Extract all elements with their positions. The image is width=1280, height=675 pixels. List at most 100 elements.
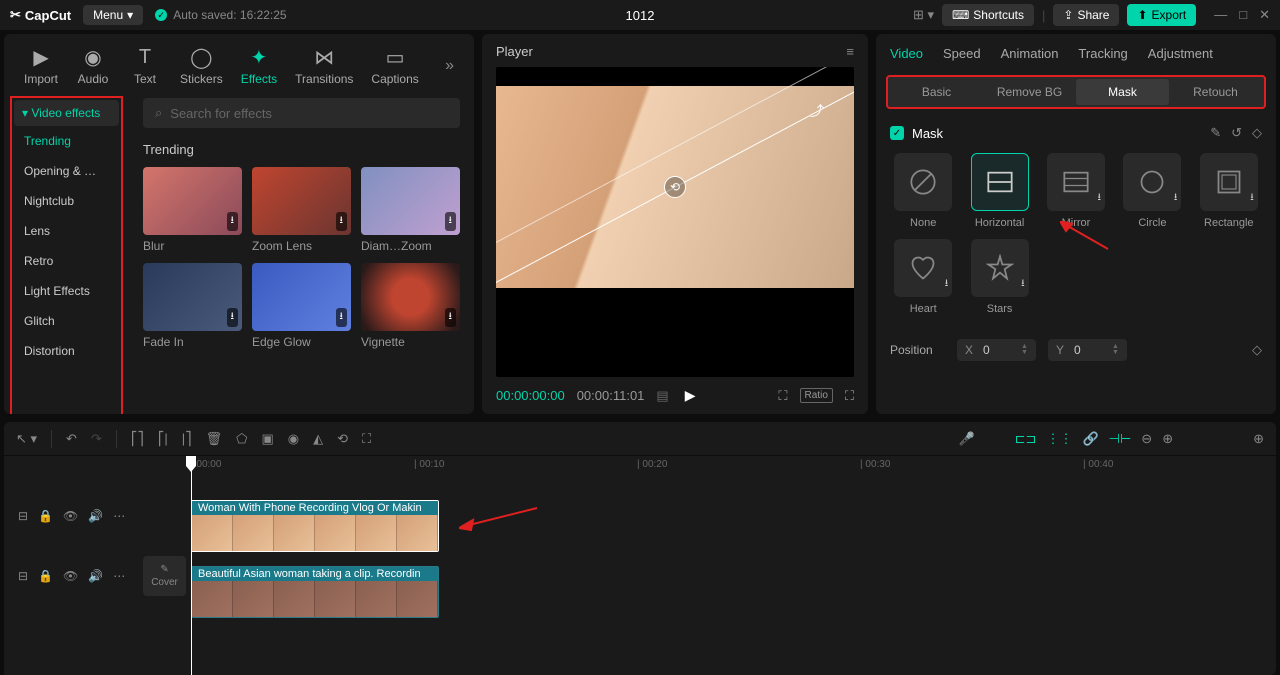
export-button[interactable]: ⬆ Export (1127, 4, 1196, 26)
split-left-icon[interactable]: ⎡| (158, 431, 168, 447)
tab-audio[interactable]: ◉Audio (68, 42, 118, 90)
player-menu-icon[interactable]: ≡ (846, 44, 854, 59)
subtab-retouch[interactable]: Retouch (1169, 79, 1262, 105)
tab-import[interactable]: ▶Import (16, 42, 66, 90)
mask-horizontal[interactable] (971, 153, 1029, 211)
tab-video[interactable]: Video (890, 46, 923, 61)
redo-icon[interactable]: ↷ (91, 431, 102, 447)
timeline-ruler[interactable]: | 00:00 | 00:10 | 00:20 | 00:30 | 00:40 (179, 456, 1276, 476)
spinner-icon[interactable]: ▲▼ (1112, 344, 1119, 356)
effect-zoom-lens[interactable]: ⭳Zoom Lens (252, 167, 351, 253)
ratio-button[interactable]: Ratio (800, 388, 833, 403)
playhead[interactable] (191, 456, 192, 675)
track-row-1[interactable]: Woman With Phone Recording Vlog Or Makin (179, 500, 1276, 560)
mic-icon[interactable]: 🎤 (958, 431, 974, 447)
layout-icon[interactable]: ⊞ ▾ (913, 7, 934, 23)
tab-tracking[interactable]: Tracking (1078, 46, 1127, 61)
mute-icon[interactable]: 🔊 (88, 569, 103, 583)
effect-fade-in[interactable]: ⭳Fade In (143, 263, 242, 349)
tab-text[interactable]: TText (120, 42, 170, 90)
tab-speed[interactable]: Speed (943, 46, 981, 61)
visibility-icon[interactable]: 👁 (63, 569, 78, 583)
player-viewport[interactable]: ⟲ ⤴ (496, 67, 854, 377)
position-y-input[interactable]: Y0▲▼ (1048, 339, 1127, 361)
mask-heart[interactable]: ⭳ (894, 239, 952, 297)
spinner-icon[interactable]: ▲▼ (1021, 344, 1028, 356)
sidebar-item-trending[interactable]: Trending (14, 126, 119, 156)
select-tool-icon[interactable]: ↖ ▾ (16, 431, 37, 447)
keyframe-icon[interactable]: ◇ (1252, 342, 1262, 358)
subtab-remove-bg[interactable]: Remove BG (983, 79, 1076, 105)
mask-checkbox[interactable]: ✓ (890, 126, 904, 140)
sidebar-item-glitch[interactable]: Glitch (14, 306, 119, 336)
magnetic-icon[interactable]: ⋮⋮ (1046, 431, 1072, 447)
sidebar-title[interactable]: ▾ Video effects (14, 100, 119, 126)
sidebar-item-nightclub[interactable]: Nightclub (14, 186, 119, 216)
mask-stars[interactable]: ⭳ (971, 239, 1029, 297)
search-input[interactable]: ⌕Search for effects (143, 98, 460, 128)
split-right-icon[interactable]: |⎤ (182, 431, 192, 447)
effect-edge-glow[interactable]: ⭳Edge Glow (252, 263, 351, 349)
delete-icon[interactable]: 🗑 (206, 431, 223, 447)
undo-icon[interactable]: ↶ (66, 431, 77, 447)
sidebar-item-light[interactable]: Light Effects (14, 276, 119, 306)
clip-1[interactable]: Woman With Phone Recording Vlog Or Makin (191, 500, 439, 552)
preview-axis-icon[interactable]: ⊣⊢ (1109, 431, 1132, 447)
mask-mirror[interactable]: ⭳ (1047, 153, 1105, 211)
track-area[interactable]: | 00:00 | 00:10 | 00:20 | 00:30 | 00:40 … (179, 456, 1276, 675)
snap-icon[interactable]: ⊏⊐ (1015, 431, 1037, 447)
share-button[interactable]: ⇪ Share (1053, 4, 1119, 26)
track-collapse-icon[interactable]: ⊟ (18, 569, 28, 583)
edit-mask-icon[interactable]: ✎ (1210, 125, 1221, 141)
split-icon[interactable]: ⎡⎤ (131, 431, 144, 447)
speed-icon[interactable]: ◉ (288, 431, 299, 447)
mask-rectangle[interactable]: ⭳ (1200, 153, 1258, 211)
tab-animation[interactable]: Animation (1001, 46, 1059, 61)
link-icon[interactable]: 🔗 (1082, 431, 1098, 447)
crop-icon[interactable]: ⛶ (362, 431, 371, 447)
mirror-icon[interactable]: ◭ (313, 431, 323, 447)
subtab-basic[interactable]: Basic (890, 79, 983, 105)
fullscreen-icon[interactable]: ⛶ (845, 388, 854, 404)
close-icon[interactable]: ✕ (1259, 7, 1270, 23)
shortcuts-button[interactable]: ⌨ Shortcuts (942, 4, 1034, 26)
mask-none[interactable] (894, 153, 952, 211)
track-more-icon[interactable]: ⋯ (113, 569, 125, 583)
mask-circle[interactable]: ⭳ (1123, 153, 1181, 211)
reset-icon[interactable]: ↺ (1231, 125, 1242, 141)
minimize-icon[interactable]: — (1214, 7, 1227, 23)
track-more-icon[interactable]: ⋯ (113, 509, 125, 523)
group-icon[interactable]: ▣ (261, 431, 273, 447)
tab-adjustment[interactable]: Adjustment (1148, 46, 1213, 61)
sidebar-item-opening[interactable]: Opening & … (14, 156, 119, 186)
zoom-fit-icon[interactable]: ⊕ (1253, 431, 1264, 447)
play-button[interactable]: ▶ (685, 387, 696, 404)
sidebar-item-distortion[interactable]: Distortion (14, 336, 119, 366)
lock-icon[interactable]: 🔒 (38, 509, 53, 523)
mute-icon[interactable]: 🔊 (88, 509, 103, 523)
rotate-icon[interactable]: ⟲ (337, 431, 348, 447)
lock-icon[interactable]: 🔒 (38, 569, 53, 583)
track-collapse-icon[interactable]: ⊟ (18, 509, 28, 523)
clip-2[interactable]: Beautiful Asian woman taking a clip. Rec… (191, 566, 439, 618)
visibility-icon[interactable]: 👁 (63, 509, 78, 523)
tab-transitions[interactable]: ⋈Transitions (287, 42, 361, 90)
maximize-icon[interactable]: □ (1239, 7, 1247, 23)
subtab-mask[interactable]: Mask (1076, 79, 1169, 105)
track-row-2[interactable]: Beautiful Asian woman taking a clip. Rec… (179, 566, 1276, 626)
zoom-in-icon[interactable]: ⊕ (1162, 431, 1173, 447)
rotate-handle-icon[interactable]: ⟲ (664, 176, 686, 198)
effect-diamond-zoom[interactable]: ⭳Diam…Zoom (361, 167, 460, 253)
project-name[interactable]: 1012 (626, 8, 655, 23)
effect-blur[interactable]: ⭳Blur (143, 167, 242, 253)
effect-vignette[interactable]: ⭳Vignette (361, 263, 460, 349)
mark-icon[interactable]: ⬠ (236, 431, 247, 447)
tab-captions[interactable]: ▭Captions (363, 42, 426, 90)
menu-button[interactable]: Menu ▾ (83, 5, 143, 25)
position-x-input[interactable]: X0▲▼ (957, 339, 1036, 361)
more-tabs-icon[interactable]: » (437, 57, 462, 75)
sidebar-item-lens[interactable]: Lens (14, 216, 119, 246)
sidebar-item-retro[interactable]: Retro (14, 246, 119, 276)
compare-icon[interactable]: ▤ (656, 388, 668, 404)
arrow-up-icon[interactable]: ⤴ (810, 101, 824, 121)
